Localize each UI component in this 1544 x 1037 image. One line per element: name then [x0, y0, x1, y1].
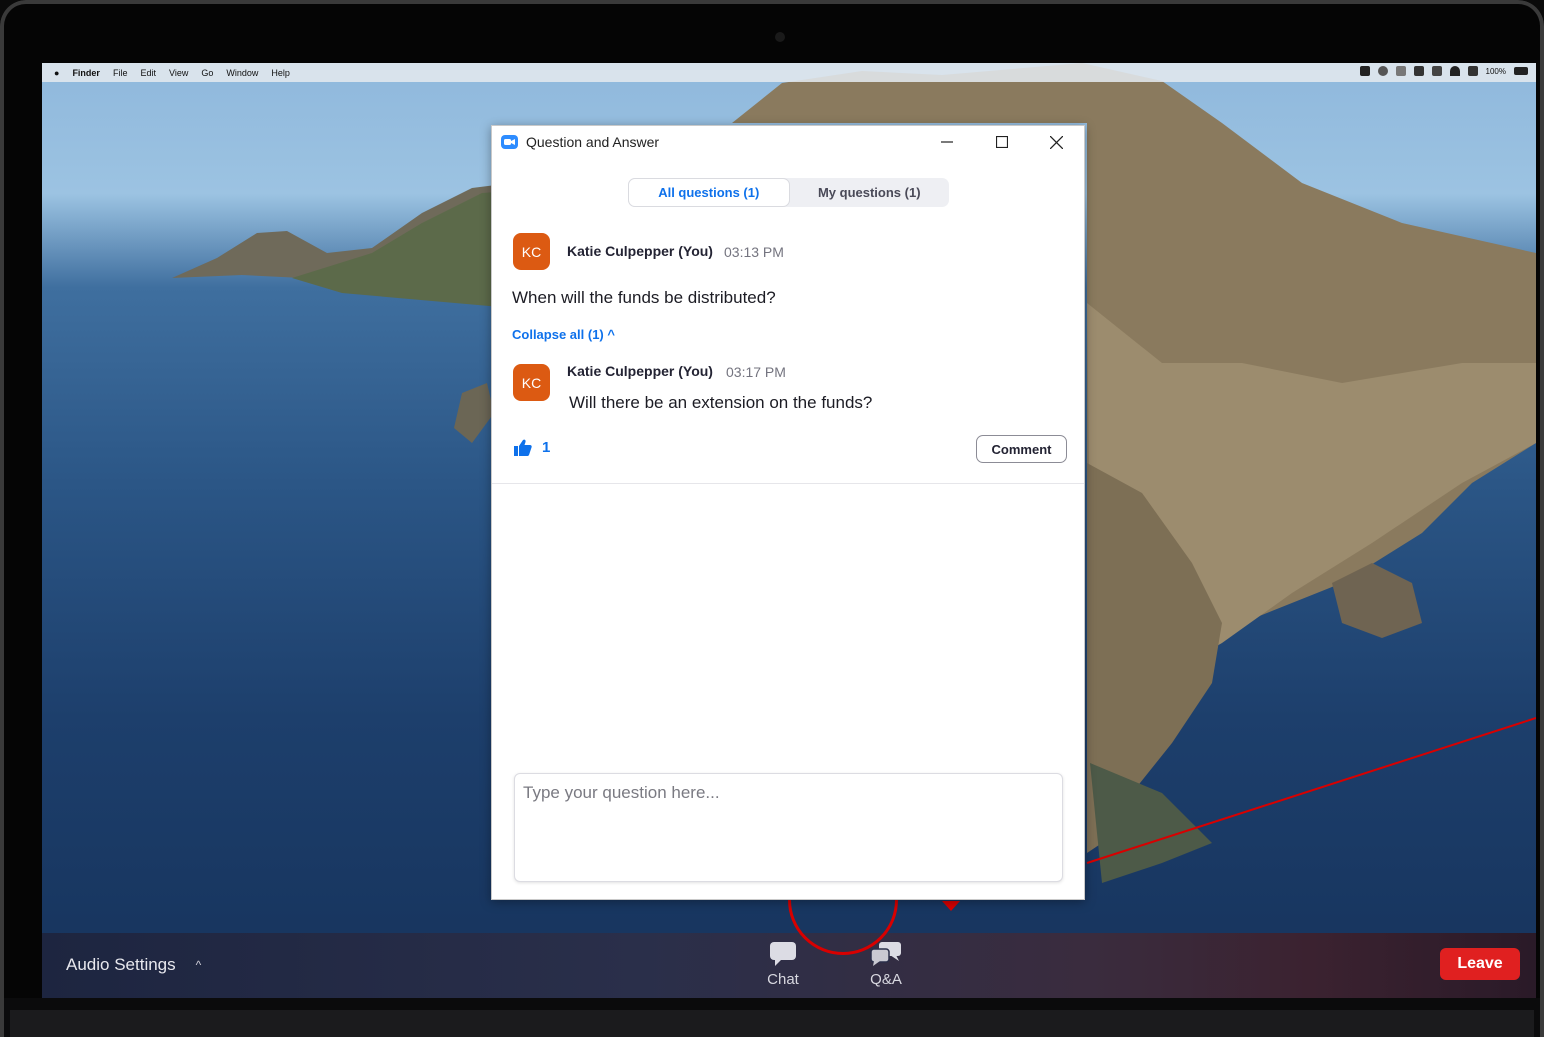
close-icon [1050, 135, 1063, 149]
tab-all-questions[interactable]: All questions (1) [628, 178, 790, 207]
laptop-frame: ● Finder File Edit View Go Window Help 1… [0, 0, 1544, 1037]
like-count: 1 [542, 439, 551, 456]
tab-my-questions[interactable]: My questions (1) [790, 178, 950, 207]
maximize-icon [995, 136, 1008, 148]
avatar: KC [513, 233, 550, 270]
maximize-button[interactable] [974, 126, 1029, 158]
minimize-icon [940, 141, 953, 143]
question-tabs: All questions (1) My questions (1) [628, 178, 949, 207]
reply-time: 03:17 PM [726, 364, 786, 380]
window-controls [919, 126, 1084, 158]
question-author: Katie Culpepper (You) [567, 243, 713, 259]
dialog-titlebar[interactable]: Question and Answer [492, 126, 1084, 158]
qa-dialog: Question and Answer All questions (1) My… [491, 125, 1085, 900]
zoom-app-icon [501, 135, 518, 149]
upvote-button[interactable]: 1 [514, 439, 550, 456]
reply-text: Will there be an extension on the funds? [569, 393, 873, 412]
close-button[interactable] [1029, 126, 1084, 158]
minimize-button[interactable] [919, 126, 974, 158]
thumbs-up-icon [514, 439, 532, 456]
laptop-hinge [10, 1010, 1534, 1037]
divider [492, 483, 1084, 484]
question-input[interactable] [514, 773, 1063, 882]
question-time: 03:13 PM [724, 244, 784, 260]
dialog-title: Question and Answer [526, 134, 660, 150]
question-text: When will the funds be distributed? [512, 288, 776, 307]
collapse-all-link[interactable]: Collapse all (1) ^ [512, 327, 615, 342]
reply-author: Katie Culpepper (You) [567, 363, 713, 379]
reply-avatar: KC [513, 364, 550, 401]
comment-button[interactable]: Comment [976, 435, 1067, 463]
camera [775, 32, 785, 42]
